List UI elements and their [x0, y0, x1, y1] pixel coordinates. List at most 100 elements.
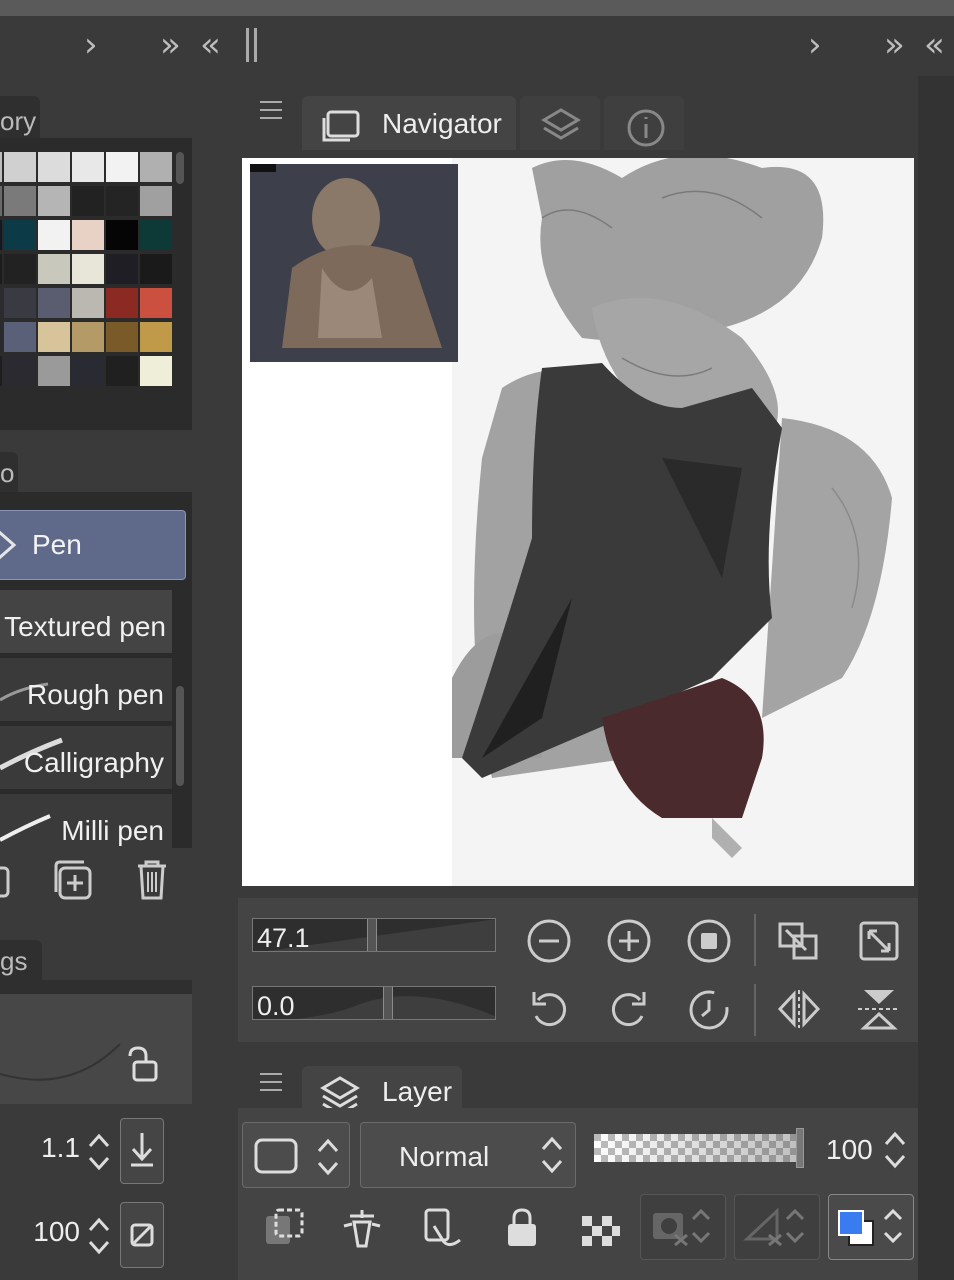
color-swatch[interactable]: [4, 322, 36, 352]
color-swatch[interactable]: [140, 254, 172, 284]
reset-rotation-icon[interactable]: [686, 986, 732, 1032]
color-swatch[interactable]: [72, 186, 104, 216]
list-item-rough-pen[interactable]: Rough pen: [0, 658, 172, 722]
color-swatch[interactable]: [106, 152, 138, 182]
tab-subtool[interactable]: o: [0, 452, 18, 492]
flip-horizontal-icon[interactable]: [776, 986, 822, 1032]
tab-navigator[interactable]: Navigator: [302, 96, 516, 150]
color-swatch[interactable]: [38, 356, 70, 386]
color-swatch[interactable]: [106, 186, 138, 216]
color-swatch[interactable]: [106, 220, 138, 250]
color-swatch[interactable]: [72, 254, 104, 284]
color-swatch[interactable]: [38, 152, 70, 182]
color-swatch[interactable]: [0, 186, 2, 216]
trash-icon[interactable]: [134, 858, 170, 902]
color-swatch[interactable]: [106, 288, 138, 318]
zoom-out-icon[interactable]: [526, 918, 572, 964]
double-chevron-left-icon[interactable]: «: [200, 28, 221, 62]
tab-info[interactable]: [604, 96, 684, 150]
double-chevron-right-icon-2[interactable]: »: [884, 28, 905, 62]
rotate-left-icon[interactable]: [526, 986, 572, 1032]
swatch-scrollbar[interactable]: [176, 152, 184, 184]
copy-subtool-icon[interactable]: [0, 864, 12, 900]
menu-icon[interactable]: [260, 100, 282, 120]
color-swatch[interactable]: [140, 220, 172, 250]
rotation-slider[interactable]: 0.0: [252, 986, 496, 1020]
brush-size-value[interactable]: 1.1: [41, 1132, 80, 1164]
color-swatch[interactable]: [72, 220, 104, 250]
double-chevron-right-icon[interactable]: »: [160, 28, 181, 62]
color-swatch[interactable]: [4, 254, 36, 284]
menu-icon-2[interactable]: [260, 1072, 282, 1092]
panel-divider-handle[interactable]: [244, 28, 262, 62]
color-swatch[interactable]: [38, 186, 70, 216]
brush-opacity-value[interactable]: 100: [33, 1216, 80, 1248]
color-swatch[interactable]: [72, 322, 104, 352]
color-swatch[interactable]: [0, 322, 2, 352]
color-swatch[interactable]: [4, 356, 36, 386]
lock-transparency-icon[interactable]: [578, 1206, 622, 1250]
color-swatch[interactable]: [140, 152, 172, 182]
color-swatch[interactable]: [4, 186, 36, 216]
pen-list-scrollbar[interactable]: [176, 686, 184, 786]
rotation-slider-handle[interactable]: [383, 987, 393, 1019]
tab-color-history[interactable]: ory: [0, 96, 40, 138]
layer-type-selector[interactable]: [242, 1122, 350, 1188]
fill-window-icon[interactable]: [856, 918, 902, 964]
color-swatch[interactable]: [72, 152, 104, 182]
color-swatch[interactable]: [140, 186, 172, 216]
zoom-in-icon[interactable]: [606, 918, 652, 964]
lock-icon[interactable]: [500, 1206, 544, 1250]
zoom-slider[interactable]: 47.1: [252, 918, 496, 952]
navigator-canvas[interactable]: [242, 158, 914, 886]
layer-opacity-slider[interactable]: [594, 1128, 804, 1168]
color-swatch[interactable]: [106, 254, 138, 284]
flip-vertical-icon[interactable]: [856, 986, 902, 1032]
double-chevron-left-icon-2[interactable]: «: [924, 28, 945, 62]
color-swatch[interactable]: [72, 288, 104, 318]
color-swatch[interactable]: [140, 322, 172, 352]
ruler-toggle[interactable]: [734, 1194, 820, 1260]
layer-mask-toggle[interactable]: [640, 1194, 726, 1260]
color-swatch[interactable]: [140, 288, 172, 318]
color-swatch[interactable]: [0, 356, 2, 386]
zoom-slider-handle[interactable]: [367, 919, 377, 951]
fit-to-window-icon[interactable]: [776, 918, 822, 964]
blend-mode-select[interactable]: Normal: [360, 1122, 576, 1188]
color-swatch[interactable]: [72, 356, 104, 386]
chevron-right-icon-2[interactable]: ›: [808, 28, 822, 62]
layer-opacity-value[interactable]: 100: [826, 1134, 873, 1166]
brush-size-pressure-button[interactable]: [120, 1118, 164, 1184]
subtool-group-pen[interactable]: Pen: [0, 510, 186, 580]
color-swatch[interactable]: [106, 356, 138, 386]
color-swatch[interactable]: [106, 322, 138, 352]
unlock-icon[interactable]: [124, 1044, 164, 1084]
layer-opacity-handle[interactable]: [796, 1128, 804, 1168]
color-swatch[interactable]: [38, 288, 70, 318]
draft-layer-icon[interactable]: [420, 1206, 464, 1250]
clip-to-layer-below-icon[interactable]: [262, 1206, 306, 1250]
color-swatch[interactable]: [0, 288, 2, 318]
color-swatch[interactable]: [38, 322, 70, 352]
reference-layer-icon[interactable]: [340, 1206, 384, 1250]
color-swatch[interactable]: [0, 254, 2, 284]
color-swatch[interactable]: [38, 220, 70, 250]
color-swatch[interactable]: [140, 356, 172, 386]
color-swatch[interactable]: [4, 220, 36, 250]
color-swatch[interactable]: [4, 288, 36, 318]
tab-tool-settings[interactable]: gs: [0, 940, 42, 980]
color-swatch[interactable]: [4, 152, 36, 182]
opacity-stepper-icon[interactable]: [86, 1214, 112, 1258]
color-swatch[interactable]: [0, 220, 2, 250]
tab-layer[interactable]: Layer: [302, 1066, 462, 1116]
color-swatch[interactable]: [38, 254, 70, 284]
rotate-right-icon[interactable]: [606, 986, 652, 1032]
brush-size-stepper-icon[interactable]: [86, 1130, 112, 1174]
list-item-calligraphy[interactable]: Calligraphy: [0, 726, 172, 790]
layer-opacity-stepper-icon[interactable]: [882, 1128, 908, 1172]
chevron-right-icon[interactable]: ›: [84, 28, 98, 62]
opacity-pressure-button[interactable]: [120, 1202, 164, 1268]
actual-size-icon[interactable]: [686, 918, 732, 964]
list-item-textured-pen[interactable]: Textured pen: [0, 590, 172, 654]
color-swatch[interactable]: [0, 152, 2, 182]
